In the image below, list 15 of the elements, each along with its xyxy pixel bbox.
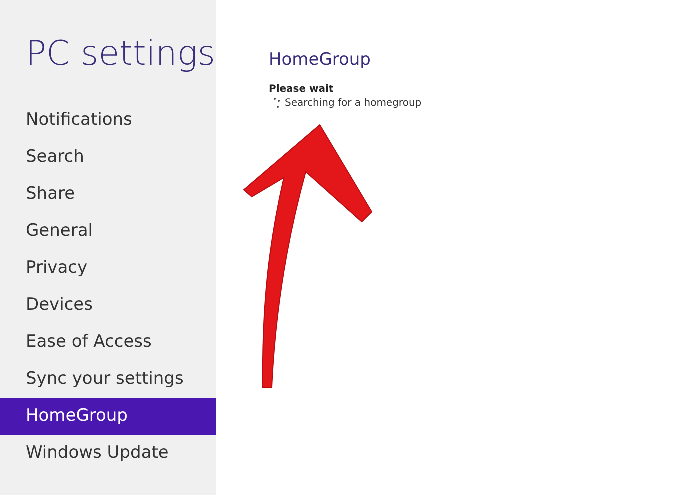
sidebar-title: PC settings <box>25 33 216 76</box>
sidebar-item[interactable]: Sync your settings <box>0 361 216 398</box>
sidebar-item[interactable]: Windows Update <box>0 435 216 472</box>
sidebar-item[interactable]: Privacy <box>0 250 216 287</box>
status-title: Please wait <box>269 84 335 95</box>
sidebar-item[interactable]: Share <box>0 176 216 213</box>
sidebar-item[interactable]: Notifications <box>0 102 216 139</box>
sidebar-item[interactable]: Devices <box>0 287 216 324</box>
sidebar-item[interactable]: HomeGroup <box>0 398 216 435</box>
page-heading: HomeGroup <box>269 50 372 70</box>
status-text: Searching for a homegroup <box>285 98 422 108</box>
sidebar-item[interactable]: Search <box>0 139 216 176</box>
spinner-icon <box>273 97 281 109</box>
sidebar-item[interactable]: Ease of Access <box>0 324 216 361</box>
sidebar-item[interactable]: General <box>0 213 216 250</box>
